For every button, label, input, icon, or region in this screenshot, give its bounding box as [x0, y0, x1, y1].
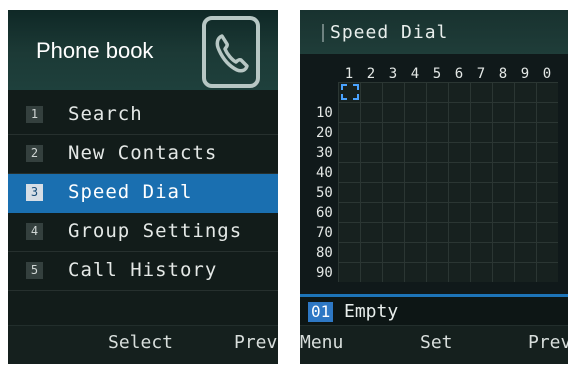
- menu-softkey[interactable]: Menu: [300, 332, 343, 353]
- column-header: 7: [476, 66, 486, 82]
- slot-status-bar: 01 Empty: [300, 294, 568, 329]
- softkey-bar: Menu Set Prev: [300, 325, 568, 364]
- speed-dial-grid[interactable]: [338, 82, 558, 282]
- phonebook-screen: Phone book 1 Search 2 New Contacts 3 Spe…: [8, 10, 278, 364]
- row-header: 50: [316, 185, 333, 201]
- row-header: 80: [316, 245, 333, 261]
- phonebook-header: Phone book: [8, 10, 278, 90]
- title-marker: [322, 24, 324, 42]
- menu-item-label: Search: [68, 103, 143, 125]
- page-title: Phone book: [36, 38, 154, 63]
- row-header: 90: [316, 265, 333, 281]
- menu-item-call-history[interactable]: 5 Call History: [8, 252, 278, 291]
- row-header: 40: [316, 165, 333, 181]
- slot-number-badge: 01: [308, 302, 334, 322]
- column-header: 4: [410, 66, 420, 82]
- column-header: 9: [520, 66, 530, 82]
- prev-softkey[interactable]: Prev: [528, 332, 568, 353]
- column-header: 1: [344, 66, 354, 82]
- softkey-bar: Select Prev: [8, 325, 278, 364]
- menu-item-search[interactable]: 1 Search: [8, 96, 278, 135]
- slot-cursor[interactable]: [341, 84, 359, 100]
- menu-item-group-settings[interactable]: 4 Group Settings: [8, 213, 278, 252]
- column-header: 2: [366, 66, 376, 82]
- menu-number-badge: 3: [26, 184, 43, 201]
- menu-item-speed-dial[interactable]: 3 Speed Dial: [8, 174, 278, 213]
- menu-item-label: Group Settings: [68, 220, 243, 242]
- menu-item-new-contacts[interactable]: 2 New Contacts: [8, 135, 278, 174]
- row-header: 20: [316, 125, 333, 141]
- phonebook-icon: [202, 16, 260, 88]
- column-header: 0: [542, 66, 552, 82]
- menu-number-badge: 4: [26, 223, 43, 240]
- prev-softkey[interactable]: Prev: [234, 332, 277, 353]
- speed-dial-header: Speed Dial: [300, 10, 568, 54]
- menu-number-badge: 2: [26, 145, 43, 162]
- row-header: 60: [316, 205, 333, 221]
- page-title: Speed Dial: [330, 22, 449, 43]
- row-header: 10: [316, 105, 333, 121]
- menu-item-label: New Contacts: [68, 142, 218, 164]
- select-softkey[interactable]: Select: [108, 332, 173, 353]
- column-header: 6: [454, 66, 464, 82]
- phonebook-menu: 1 Search 2 New Contacts 3 Speed Dial 4 G…: [8, 96, 278, 291]
- column-header: 3: [388, 66, 398, 82]
- row-header: 30: [316, 145, 333, 161]
- column-header: 5: [432, 66, 442, 82]
- set-softkey[interactable]: Set: [420, 332, 453, 353]
- slot-value: Empty: [344, 301, 399, 322]
- row-header: 70: [316, 225, 333, 241]
- menu-item-label: Speed Dial: [68, 181, 193, 203]
- menu-number-badge: 5: [26, 262, 43, 279]
- column-header: 8: [498, 66, 508, 82]
- menu-item-label: Call History: [68, 259, 218, 281]
- speed-dial-screen: Speed Dial 1 2 3 4 5 6 7 8 9 0 10 20 30 …: [300, 10, 568, 364]
- menu-number-badge: 1: [26, 106, 43, 123]
